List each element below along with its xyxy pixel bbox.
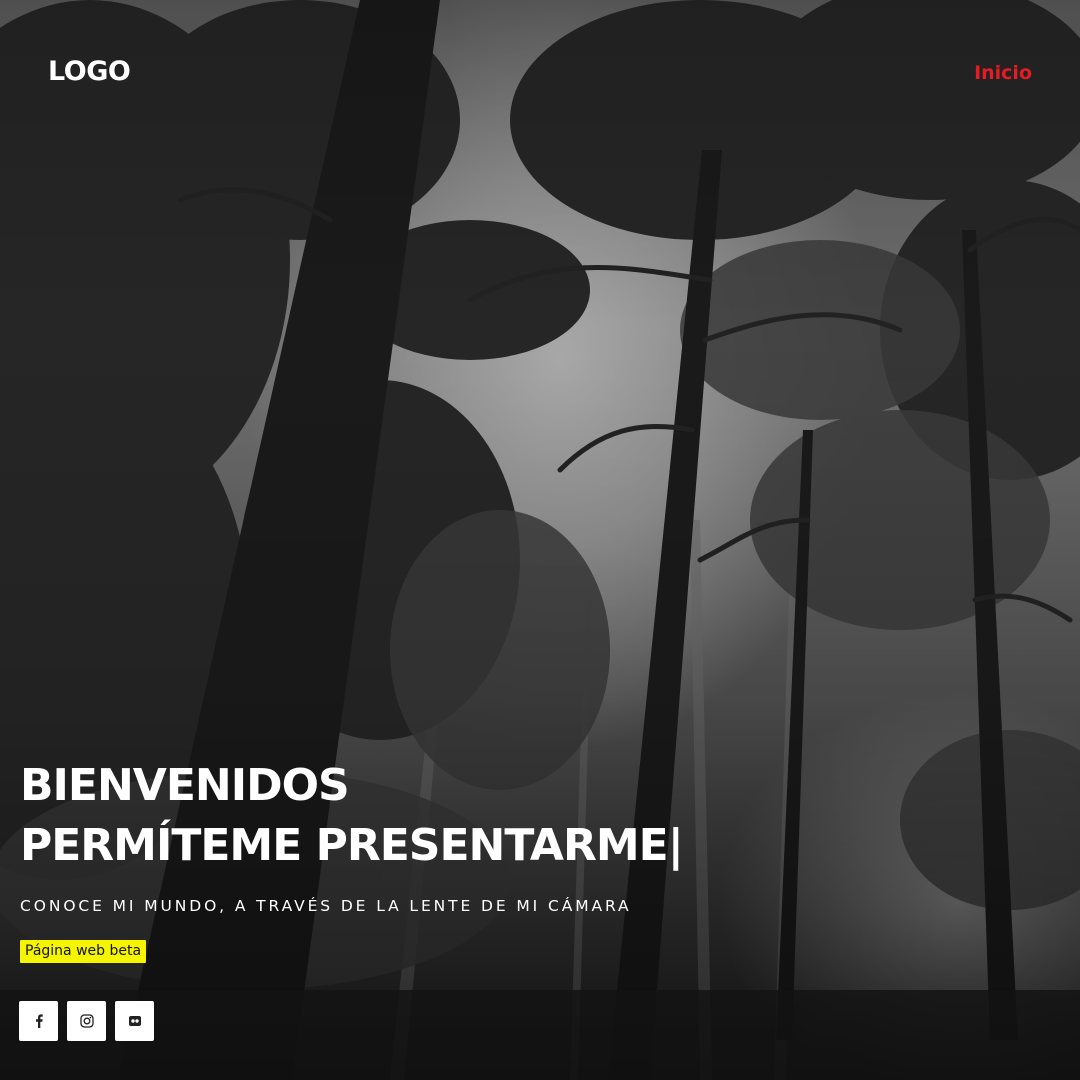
typing-cursor: |: [667, 820, 684, 871]
hero-subtitle: CONOCE MI MUNDO, A TRAVÉS DE LA LENTE DE…: [20, 897, 632, 915]
beta-badge: Página web beta: [20, 940, 147, 963]
nav-link-inicio[interactable]: Inicio: [974, 62, 1032, 84]
hero-headline: BIENVENIDOS PERMÍTEME PRESENTARME|: [20, 756, 684, 876]
facebook-button[interactable]: [19, 1001, 58, 1041]
facebook-icon: [35, 1014, 43, 1028]
headline-line-2: PERMÍTEME PRESENTARME|: [20, 816, 684, 876]
headline-line-1: BIENVENIDOS: [20, 760, 350, 811]
flickr-icon: [128, 1016, 141, 1026]
site-logo[interactable]: LOGO: [48, 56, 131, 87]
hero-background-image: [0, 0, 1080, 1080]
hero-overlay: [0, 0, 1080, 1080]
instagram-icon: [79, 1014, 94, 1028]
headline-line-2-text: PERMÍTEME PRESENTARME: [20, 820, 669, 871]
flickr-button[interactable]: [115, 1001, 154, 1041]
social-links: [19, 1001, 154, 1041]
instagram-button[interactable]: [67, 1001, 106, 1041]
